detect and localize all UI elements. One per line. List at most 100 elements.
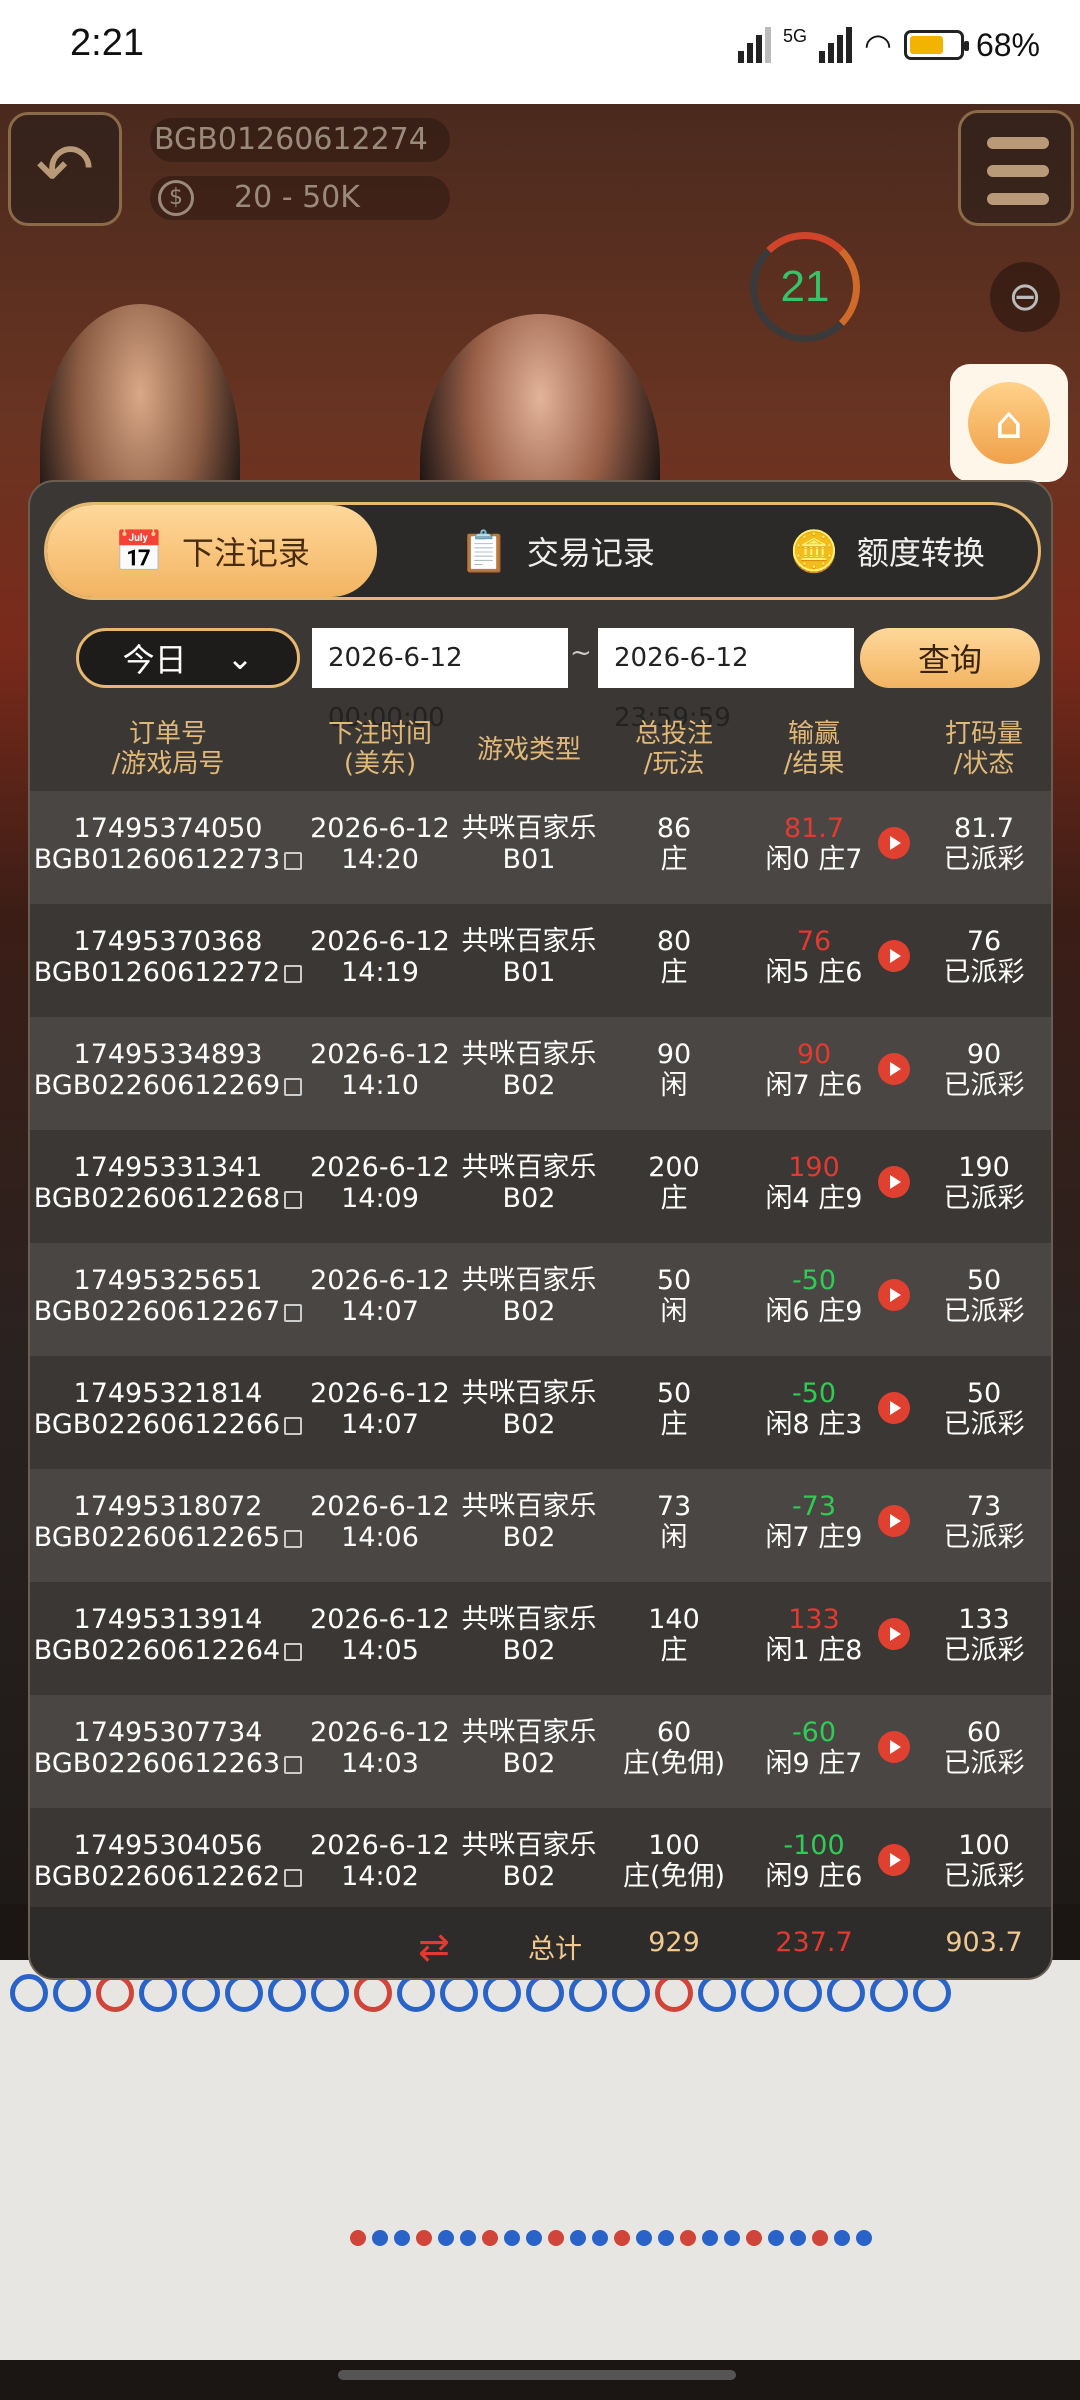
bead-marker [416,2230,432,2246]
payout-status: 已派彩 [943,1409,1025,1440]
status-time: 2:21 [70,22,144,64]
table-row[interactable]: 17495331341 BGB02260612268 2026-6-12 14:09 共… [30,1130,1051,1243]
replay-icon[interactable] [878,1053,910,1085]
refresh-icon[interactable]: ⇄ [418,1925,450,1969]
order-number: 17495313914 [73,1604,263,1635]
bet-date: 2026-6-12 [310,926,450,957]
win-cell: 76 闲5 庄6 [744,926,884,988]
copy-icon[interactable] [284,1191,303,1209]
bead-marker [856,2230,872,2246]
table-row[interactable]: 17495334893 BGB02260612269 2026-6-12 14:10 共… [30,1017,1051,1130]
coin-icon: $ [158,180,194,216]
bet-date: 2026-6-12 [310,1265,450,1296]
bead-marker [724,2230,740,2246]
win-amount: 76 [796,926,832,957]
query-button[interactable]: 查询 [860,628,1040,688]
tab-bet-records[interactable]: 📅 下注记录 [47,505,377,597]
round-result: 闲0 庄7 [765,844,863,875]
bet-cell: 90 闲 [604,1039,744,1101]
round-result: 闲8 庄3 [765,1409,863,1440]
replay-icon[interactable] [878,1505,910,1537]
turnover-cell: 60 已派彩 [914,1717,1051,1779]
bead-marker [570,2230,586,2246]
replay-icon[interactable] [878,1166,910,1198]
tab-label: 下注记录 [181,534,310,572]
copy-icon[interactable] [284,965,303,983]
copy-icon[interactable] [284,1417,303,1435]
bet-limit: $ 20 - 50K [150,176,450,220]
table-code: B02 [502,1635,556,1666]
order-number: 17495325651 [73,1265,263,1296]
bet-date: 2026-6-12 [310,1152,450,1183]
turnover-amount: 50 [966,1378,1002,1409]
payout-status: 已派彩 [943,1522,1025,1553]
bet-play: 庄(免佣) [622,1861,726,1892]
time-cell: 2026-6-12 14:20 [306,813,454,875]
copy-icon[interactable] [284,1643,303,1661]
copy-icon[interactable] [284,1304,303,1322]
bet-play: 闲 [660,1070,688,1101]
replay-icon[interactable] [878,1731,910,1763]
copy-icon[interactable] [284,1869,303,1887]
round-number: BGB02260612262 [33,1861,281,1892]
col-order: 订单号/游戏局号 [111,719,225,779]
replay-icon[interactable] [878,827,910,859]
tab-transaction-records[interactable]: 📋 交易记录 [427,505,687,597]
bet-date: 2026-6-12 [310,813,450,844]
turnover-cell: 133 已派彩 [914,1604,1051,1666]
table-row[interactable]: 17495304056 BGB02260612262 2026-6-12 14:02 共… [30,1808,1051,1921]
copy-icon[interactable] [284,1756,303,1774]
order-cell: 17495370368 BGB01260612272 [30,926,306,988]
replay-icon[interactable] [878,1844,910,1876]
order-cell: 17495307734 BGB02260612263 [30,1717,306,1779]
game-cell: 共咪百家乐 B01 [454,813,604,875]
game-cell: 共咪百家乐 B02 [454,1039,604,1101]
replay-icon[interactable] [878,1618,910,1650]
table-row[interactable]: 17495370368 BGB01260612272 2026-6-12 14:19 共… [30,904,1051,1017]
payout-status: 已派彩 [943,1070,1025,1101]
turnover-cell: 50 已派彩 [914,1265,1051,1327]
win-amount: -60 [791,1717,837,1748]
replay-icon[interactable] [878,1392,910,1424]
round-result: 闲7 庄9 [765,1522,863,1553]
no-signal-icon [738,27,772,63]
game-cell: 共咪百家乐 B02 [454,1378,604,1440]
table-row[interactable]: 17495313914 BGB02260612264 2026-6-12 14:05 共… [30,1582,1051,1695]
tab-credit-transfer[interactable]: 🪙 额度转换 [757,505,1017,597]
zoom-button[interactable]: ⊖ [990,262,1060,332]
time-cell: 2026-6-12 14:05 [306,1604,454,1666]
day-select[interactable]: 今日 ⌄ [76,628,300,688]
table-row[interactable]: 17495374050 BGB01260612273 2026-6-12 14:20 共… [30,791,1051,904]
menu-button[interactable] [958,110,1074,226]
copy-icon[interactable] [284,852,303,870]
start-date-input[interactable]: 2026-6-12 00:00:00 [312,628,568,733]
replay-icon[interactable] [878,1279,910,1311]
copy-icon[interactable] [284,1078,303,1096]
table-row[interactable]: 17495307734 BGB02260612263 2026-6-12 14:03 共… [30,1695,1051,1808]
round-number: BGB01260612273 [33,844,281,875]
table-code: B02 [502,1183,556,1214]
bet-amount: 50 [656,1378,692,1409]
table-row[interactable]: 17495321814 BGB02260612266 2026-6-12 14:07 共… [30,1356,1051,1469]
bet-cell: 60 庄(免佣) [604,1717,744,1779]
home-button[interactable]: ⌂ [950,364,1068,482]
time-cell: 2026-6-12 14:10 [306,1039,454,1101]
table-row[interactable]: 17495325651 BGB02260612267 2026-6-12 14:07 共… [30,1243,1051,1356]
payout-status: 已派彩 [943,1296,1025,1327]
copy-icon[interactable] [284,1530,303,1548]
payout-status: 已派彩 [943,957,1025,988]
payout-status: 已派彩 [943,1748,1025,1779]
bet-time: 14:20 [341,844,419,875]
bead-marker [702,2230,718,2246]
time-cell: 2026-6-12 14:07 [306,1378,454,1440]
table-code: B01 [502,957,556,988]
table-code: B02 [502,1861,556,1892]
order-number: 17495307734 [73,1717,263,1748]
bet-time: 14:03 [341,1748,419,1779]
replay-icon[interactable] [878,940,910,972]
table-row[interactable]: 17495318072 BGB02260612265 2026-6-12 14:06 共… [30,1469,1051,1582]
back-button[interactable]: ↶ [8,112,122,226]
payout-status: 已派彩 [943,1861,1025,1892]
end-date-input[interactable]: 2026-6-12 23:59:59 [598,628,854,733]
bet-cell: 50 庄 [604,1378,744,1440]
